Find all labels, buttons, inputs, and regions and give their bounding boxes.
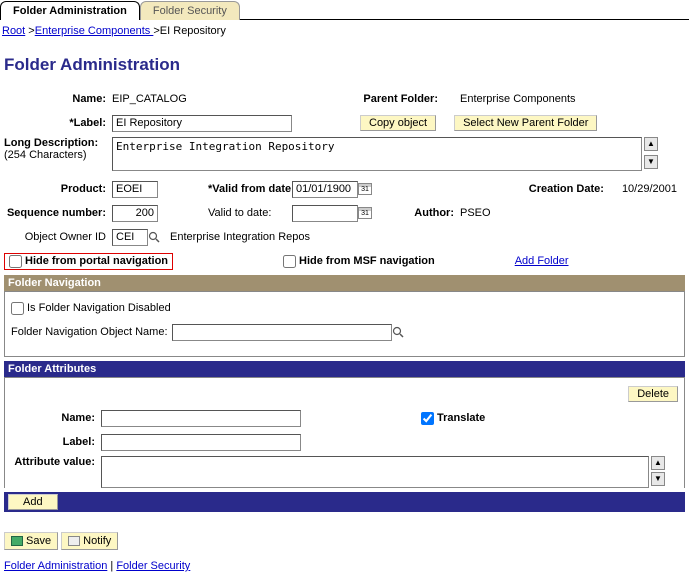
label-seq: Sequence number: [4, 207, 112, 219]
checkbox-nav-disabled[interactable] [11, 302, 24, 315]
delete-button[interactable]: Delete [628, 386, 678, 402]
notify-button[interactable]: Notify [61, 532, 118, 550]
label-name: Name: [4, 93, 112, 105]
add-folder-link[interactable]: Add Folder [515, 255, 569, 267]
tab-bar: Folder Administration Folder Security [0, 0, 689, 20]
scroll-up-icon[interactable]: ▲ [644, 137, 658, 151]
copy-object-button[interactable]: Copy object [360, 115, 436, 131]
label-attr-label: Label: [11, 436, 101, 448]
breadcrumb-current: EI Repository [160, 25, 226, 37]
input-validfrom[interactable] [292, 181, 358, 198]
label-nav-disabled: Is Folder Navigation Disabled [27, 302, 171, 314]
input-attr-label[interactable] [101, 434, 301, 451]
input-owner[interactable] [112, 229, 148, 246]
value-owner-desc: Enterprise Integration Repos [170, 231, 310, 243]
section-folder-nav-header: Folder Navigation [4, 275, 685, 291]
label-nav-obj: Folder Navigation Object Name: [11, 326, 172, 338]
save-icon [11, 536, 23, 546]
bottom-links: Folder Administration | Folder Security [0, 558, 689, 574]
longdesc-scroll: ▲ ▼ [644, 137, 658, 169]
input-validto[interactable] [292, 205, 358, 222]
label-label: *Label: [4, 117, 112, 129]
section-folder-nav: Is Folder Navigation Disabled Folder Nav… [4, 291, 685, 357]
label-creation: Creation Date: [529, 183, 622, 195]
hide-portal-highlight: Hide from portal navigation [4, 253, 173, 270]
label-product: Product: [4, 183, 112, 195]
notify-icon [68, 536, 80, 546]
tab-folder-security[interactable]: Folder Security [140, 1, 240, 20]
save-button[interactable]: Save [4, 532, 58, 550]
label-attr-val: Attribute value: [11, 456, 101, 468]
input-product[interactable] [112, 181, 158, 198]
input-seq[interactable] [112, 205, 158, 222]
breadcrumb-components[interactable]: Enterprise Components [35, 25, 154, 37]
input-long-description[interactable]: Enterprise Integration Repository [112, 137, 642, 171]
section-folder-attrs-header: Folder Attributes [4, 361, 685, 377]
label-longdesc: Long Description: [4, 137, 106, 149]
lookup-icon-2[interactable] [392, 326, 404, 338]
label-attr-name: Name: [11, 412, 101, 424]
input-nav-obj[interactable] [172, 324, 392, 341]
label-owner: Object Owner ID [4, 231, 112, 243]
label-author: Author: [412, 207, 460, 219]
value-name: EIP_CATALOG [112, 93, 312, 105]
checkbox-hide-portal[interactable] [9, 255, 22, 268]
value-author: PSEO [460, 207, 491, 219]
breadcrumb-root[interactable]: Root [2, 25, 25, 37]
label-hide-portal: Hide from portal navigation [25, 255, 168, 267]
scroll-down-icon-2[interactable]: ▼ [651, 472, 665, 486]
input-label[interactable] [112, 115, 292, 132]
footer-link-admin[interactable]: Folder Administration [4, 560, 107, 572]
input-attr-val[interactable] [101, 456, 649, 488]
label-validfrom: *Valid from date: [208, 183, 292, 195]
value-creation: 10/29/2001 [622, 183, 685, 195]
label-translate: Translate [437, 412, 485, 424]
input-attr-name[interactable] [101, 410, 301, 427]
label-parent: Parent Folder: [360, 93, 444, 105]
attrval-scroll: ▲ ▼ [651, 456, 665, 486]
calendar-icon-2[interactable]: 31 [358, 207, 372, 219]
checkbox-translate[interactable] [421, 412, 434, 425]
footer-link-security[interactable]: Folder Security [116, 560, 190, 572]
label-validto: Valid to date: [208, 207, 292, 219]
value-parent: Enterprise Components [460, 93, 576, 105]
add-button[interactable]: Add [8, 494, 58, 510]
breadcrumb: Root >Enterprise Components >EI Reposito… [0, 23, 689, 45]
scroll-up-icon-2[interactable]: ▲ [651, 456, 665, 470]
label-hide-msf: Hide from MSF navigation [299, 255, 435, 267]
page-title: Folder Administration [0, 45, 689, 89]
tab-folder-admin[interactable]: Folder Administration [0, 1, 140, 20]
checkbox-hide-msf[interactable] [283, 255, 296, 268]
scroll-down-icon[interactable]: ▼ [644, 155, 658, 169]
calendar-icon[interactable]: 31 [358, 183, 372, 195]
add-bar: Add [4, 492, 685, 512]
lookup-icon[interactable] [148, 231, 160, 243]
section-folder-attrs: Delete Name: Translate Label: Attribute … [4, 377, 685, 488]
select-parent-button[interactable]: Select New Parent Folder [454, 115, 597, 131]
label-longdesc-chars: (254 Characters) [4, 149, 106, 161]
